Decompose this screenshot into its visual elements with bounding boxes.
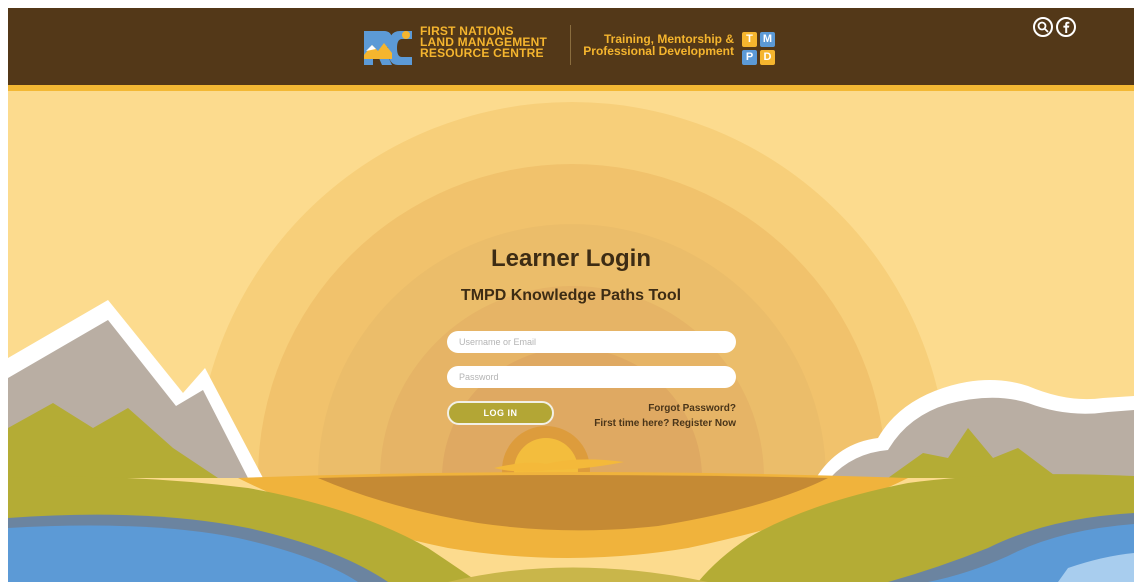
site-logo[interactable]: FIRST NATIONS LAND MANAGEMENT RESOURCE C… bbox=[362, 21, 802, 71]
org-name: FIRST NATIONS LAND MANAGEMENT RESOURCE C… bbox=[420, 25, 547, 60]
program-tagline: Training, Mentorship & Professional Deve… bbox=[578, 33, 734, 57]
badge-letter-d: D bbox=[760, 50, 775, 65]
header-accent-stripe bbox=[8, 85, 1134, 91]
badge-letter-p: P bbox=[742, 50, 757, 65]
center-hill bbox=[448, 567, 708, 582]
register-link[interactable]: First time here? Register Now bbox=[594, 418, 736, 429]
badge-letter-m: M bbox=[760, 32, 775, 47]
org-name-line3: RESOURCE CENTRE bbox=[420, 46, 544, 60]
login-title: Learner Login bbox=[490, 245, 652, 272]
badge-letter-t: T bbox=[742, 32, 757, 47]
login-subtitle: TMPD Knowledge Paths Tool bbox=[460, 287, 682, 304]
logo-divider bbox=[570, 25, 571, 65]
tmpd-badge: T M P D bbox=[742, 32, 776, 66]
search-button[interactable] bbox=[1033, 17, 1053, 37]
search-icon bbox=[1037, 21, 1049, 33]
site-header: FIRST NATIONS LAND MANAGEMENT RESOURCE C… bbox=[8, 8, 1134, 85]
forgot-password-link[interactable]: Forgot Password? bbox=[648, 403, 736, 414]
page: FIRST NATIONS LAND MANAGEMENT RESOURCE C… bbox=[8, 8, 1134, 582]
facebook-icon bbox=[1063, 21, 1070, 33]
password-input[interactable] bbox=[447, 366, 736, 388]
username-input[interactable] bbox=[447, 331, 736, 353]
login-button[interactable]: LOG IN bbox=[447, 401, 554, 425]
rc-logo-icon bbox=[362, 25, 414, 67]
tagline-line2: Professional Development bbox=[583, 44, 734, 58]
facebook-button[interactable] bbox=[1056, 17, 1076, 37]
